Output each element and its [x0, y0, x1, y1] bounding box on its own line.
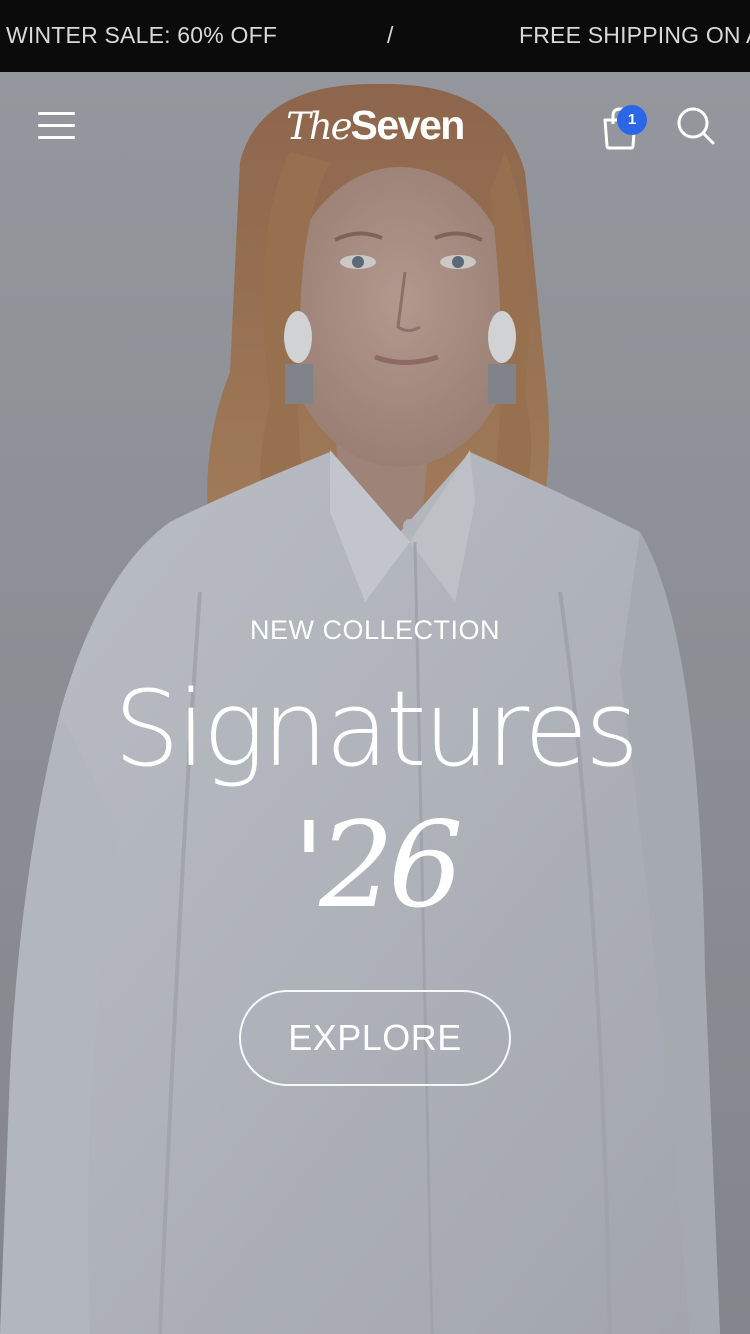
cart-count-badge: 1: [617, 105, 647, 135]
announcement-bar[interactable]: WINTER SALE: 60% OFF / FREE SHIPPING ON …: [0, 0, 750, 72]
announcement-message: WINTER SALE: 60% OFF: [6, 22, 278, 48]
explore-button[interactable]: EXPLORE: [239, 990, 511, 1086]
logo-seven: Seven: [350, 102, 466, 148]
announcement-message: FREE SHIPPING ON A: [519, 22, 750, 48]
hero-year: '26: [292, 796, 464, 934]
site-header: TheSeven 1: [0, 72, 750, 182]
logo-the: The: [286, 105, 352, 148]
hero-title: Signatures: [113, 668, 639, 790]
hero-eyebrow: NEW COLLECTION: [249, 615, 501, 645]
search-button[interactable]: [676, 106, 716, 146]
announcement-separator: /: [387, 22, 394, 48]
search-icon: [677, 107, 715, 145]
page: WINTER SALE: 60% OFF / FREE SHIPPING ON …: [0, 0, 750, 1334]
